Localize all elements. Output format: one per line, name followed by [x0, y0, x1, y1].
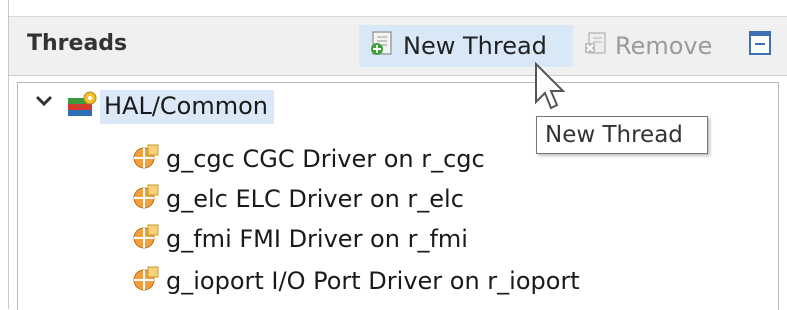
new-thread-icon	[369, 29, 397, 63]
remove-button[interactable]: Remove	[583, 25, 733, 67]
collapse-all-button[interactable]	[745, 25, 775, 67]
tree-item-label: g_cgc CGC Driver on r_cgc	[166, 145, 485, 173]
new-thread-button[interactable]: New Thread	[359, 25, 573, 67]
tree-item-label: g_ioport I/O Port Driver on r_ioport	[166, 267, 580, 295]
new-thread-label: New Thread	[403, 32, 547, 60]
driver-module-icon	[132, 265, 160, 297]
tree-item-label: HAL/Common	[100, 90, 275, 124]
tree-item-driver[interactable]: g_cgc CGC Driver on r_cgc	[132, 141, 485, 177]
panel-header: Threads New Thread Remove	[9, 16, 787, 76]
remove-icon	[583, 30, 609, 62]
tree-item-label: g_elc ELC Driver on r_elc	[166, 185, 464, 213]
tree-item-hal-common[interactable]: HAL/Common	[66, 89, 275, 125]
driver-module-icon	[132, 223, 160, 255]
tree-item-driver[interactable]: g_elc ELC Driver on r_elc	[132, 181, 464, 217]
chevron-down-icon[interactable]	[32, 89, 56, 113]
tree-item-driver[interactable]: g_ioport I/O Port Driver on r_ioport	[132, 263, 580, 299]
hal-common-icon	[66, 90, 100, 124]
threads-panel: Threads New Thread Remove HAL/Common g_c…	[8, 0, 787, 310]
tree-item-label: g_fmi FMI Driver on r_fmi	[166, 225, 468, 253]
driver-module-icon	[132, 183, 160, 215]
panel-title: Threads	[27, 31, 128, 56]
remove-label: Remove	[615, 32, 713, 60]
driver-module-icon	[132, 143, 160, 175]
new-thread-tooltip: New Thread	[536, 116, 708, 154]
collapse-all-icon	[748, 30, 772, 62]
tree-item-driver[interactable]: g_fmi FMI Driver on r_fmi	[132, 221, 468, 257]
mouse-pointer-icon	[534, 61, 566, 116]
